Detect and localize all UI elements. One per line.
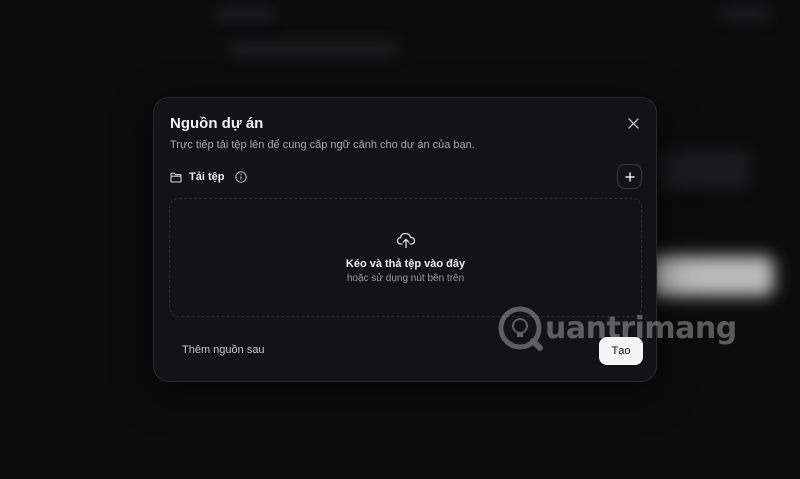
dialog-description: Trực tiếp tải tệp lên để cung cấp ngữ cả… — [170, 139, 475, 151]
plus-icon — [624, 171, 635, 182]
watermark-logo-icon — [498, 306, 543, 351]
close-button[interactable] — [624, 114, 642, 132]
dialog-title: Nguồn dự án — [170, 115, 264, 132]
bg-hint-corner — [720, 6, 770, 22]
file-dropzone[interactable]: Kéo và thả tệp vào đây hoặc sử dụng nút … — [169, 198, 642, 317]
close-icon — [627, 117, 639, 129]
upload-section-header: Tải tệp — [170, 168, 248, 186]
bg-hint-side — [660, 150, 750, 190]
folder-icon — [170, 172, 182, 183]
bg-hint-line — [228, 40, 398, 58]
dropzone-title: Kéo và thả tệp vào đây — [345, 258, 466, 270]
dropzone-subtitle: hoặc sử dụng nút bên trên — [346, 273, 465, 284]
bg-hint-header — [215, 6, 275, 22]
bg-hint-bright-bar — [650, 256, 774, 296]
add-sources-later-button[interactable]: Thêm nguồn sau — [182, 344, 265, 356]
section-label: Tải tệp — [189, 171, 225, 183]
add-file-button[interactable] — [617, 164, 642, 189]
watermark-text: uantrimang — [545, 310, 737, 346]
info-tooltip-trigger[interactable] — [235, 171, 248, 183]
info-icon — [235, 171, 248, 183]
cloud-upload-icon — [396, 232, 416, 249]
watermark: uantrimang — [497, 305, 737, 351]
